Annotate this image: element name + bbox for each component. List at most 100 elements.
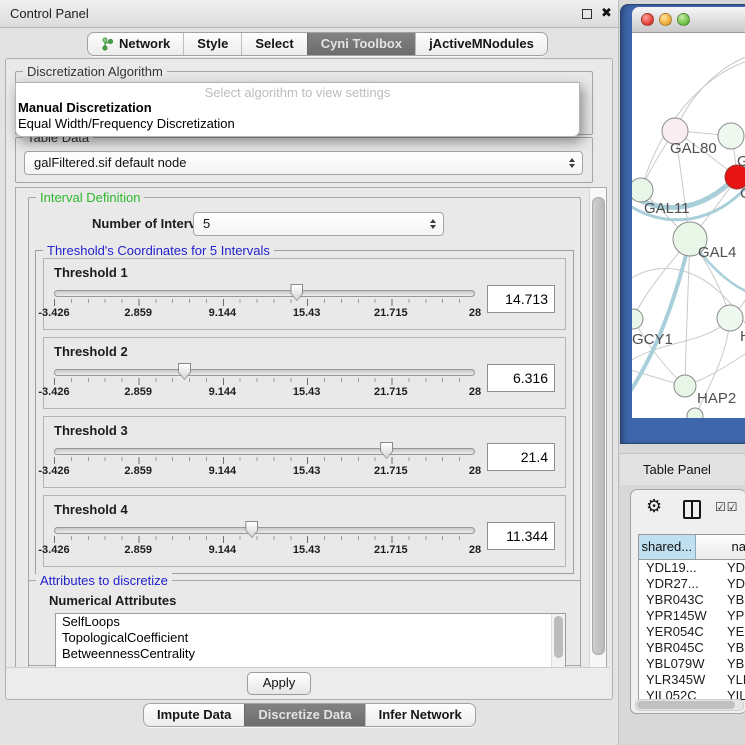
- slider-thumb[interactable]: [290, 284, 303, 301]
- cell[interactable]: YLR3: [713, 672, 745, 688]
- table-row[interactable]: YBR045CYBR0: [639, 640, 745, 656]
- threshold-4-value-field[interactable]: [487, 522, 555, 550]
- node-partial-bottom[interactable]: [687, 408, 703, 418]
- tab-style[interactable]: Style: [183, 33, 241, 55]
- table-row[interactable]: YPR145WYPR1: [639, 608, 745, 624]
- cell[interactable]: YDL1: [713, 560, 745, 576]
- minimize-traffic-light[interactable]: [659, 13, 672, 26]
- slider-track[interactable]: [54, 290, 475, 297]
- threshold-label: Threshold 2: [54, 344, 555, 359]
- slider-track[interactable]: [54, 448, 475, 455]
- scale-label: 21.715: [374, 465, 408, 477]
- node-gcy1[interactable]: [632, 309, 643, 329]
- cell[interactable]: YBL0: [713, 656, 745, 672]
- close-icon[interactable]: ✖: [601, 5, 612, 21]
- cell[interactable]: YLR345W: [639, 672, 713, 688]
- gear-icon[interactable]: ⚙: [646, 497, 662, 517]
- list-scrollbar-thumb[interactable]: [554, 616, 563, 658]
- tab-select[interactable]: Select: [241, 33, 306, 55]
- slider-ticks: [54, 536, 475, 543]
- threshold-1-value-field[interactable]: [487, 285, 555, 313]
- node-hap2[interactable]: [674, 375, 696, 397]
- column-header-name[interactable]: na: [696, 535, 745, 559]
- popup-option-manual-discretization[interactable]: Manual Discretization: [16, 100, 579, 116]
- slider-thumb[interactable]: [380, 442, 393, 459]
- threshold-4-slider[interactable]: -3.426 2.859 9.144 15.43 21.715 28: [54, 519, 475, 563]
- threshold-1-panel: Threshold 1 -3.426 2.859 9.144 1: [43, 258, 566, 330]
- zoom-traffic-light[interactable]: [677, 13, 690, 26]
- tab-jactivemnodules[interactable]: jActiveMNodules: [415, 33, 547, 55]
- network-view-window[interactable]: GAL80 GA C GAL11 GAL4 GCY1 H HAP2: [620, 4, 745, 444]
- slider-track[interactable]: [54, 527, 475, 534]
- cell[interactable]: YER0: [713, 624, 745, 640]
- vertical-scrollbar[interactable]: [589, 188, 606, 668]
- slider-scale-labels: -3.426 2.859 9.144 15.43 21.715 28: [54, 465, 475, 478]
- tab-network[interactable]: Network: [88, 33, 183, 55]
- node-attribute-table: shared... na YDL19...YDL1 YDR27...YDR2 Y…: [638, 534, 745, 700]
- node-label-gal80: GAL80: [670, 140, 717, 157]
- group-title: Attributes to discretize: [36, 573, 172, 588]
- tab-discretize-data[interactable]: Discretize Data: [244, 704, 364, 726]
- tab-cyni-toolbox[interactable]: Cyni Toolbox: [307, 33, 415, 55]
- slider-thumb[interactable]: [178, 363, 191, 380]
- node-label-gal11: GAL11: [644, 200, 690, 217]
- list-scrollbar[interactable]: [551, 614, 565, 669]
- slider-track[interactable]: [54, 369, 475, 376]
- cell[interactable]: YBR043C: [639, 592, 713, 608]
- cyni-toolbox-panel: Discretization Algorithm Select algorith…: [5, 58, 613, 700]
- node-gal11[interactable]: [632, 178, 653, 202]
- scale-label: 28: [469, 307, 481, 319]
- split-columns-icon[interactable]: [683, 500, 701, 519]
- cell[interactable]: YPR1: [713, 608, 745, 624]
- cell[interactable]: YBR0: [713, 640, 745, 656]
- close-traffic-light[interactable]: [641, 13, 654, 26]
- scale-label: 2.859: [124, 465, 152, 477]
- node-partial-ga[interactable]: [718, 123, 744, 149]
- table-row[interactable]: YDR27...YDR2: [639, 576, 745, 592]
- cell[interactable]: YDR2: [713, 576, 745, 592]
- apply-button[interactable]: Apply: [247, 672, 311, 695]
- cell[interactable]: YBL079W: [639, 656, 713, 672]
- table-row[interactable]: YDL19...YDL1: [639, 560, 745, 576]
- tab-impute-data[interactable]: Impute Data: [144, 704, 244, 726]
- number-of-intervals-value: 5: [203, 216, 210, 231]
- table-row[interactable]: YBR043CYBR0: [639, 592, 745, 608]
- tab-infer-network[interactable]: Infer Network: [365, 704, 475, 726]
- select-columns-checkboxes-icon[interactable]: ☑☑: [715, 500, 739, 514]
- horizontal-scrollbar-thumb[interactable]: [637, 701, 735, 709]
- table-row[interactable]: YLR345WYLR3: [639, 672, 745, 688]
- network-window-titlebar[interactable]: [632, 7, 745, 33]
- threshold-2-value-field[interactable]: [487, 364, 555, 392]
- cell[interactable]: YER054C: [639, 624, 713, 640]
- cell[interactable]: YDR27...: [639, 576, 713, 592]
- table-data-combobox[interactable]: galFiltered.sif default node: [24, 151, 583, 175]
- threshold-1-slider[interactable]: -3.426 2.859 9.144 15.43 21.715 28: [54, 282, 475, 326]
- table-panel: ⚙ ☑☑ shared... na YDL19...YDL1 YDR27...Y…: [630, 489, 745, 714]
- horizontal-scrollbar[interactable]: [635, 699, 744, 711]
- popup-option-equal-width-frequency[interactable]: Equal Width/Frequency Discretization: [16, 116, 579, 132]
- threshold-4-panel: Threshold 4 -3.426 2.859 9.144 1: [43, 495, 566, 567]
- cell[interactable]: YBR045C: [639, 640, 713, 656]
- vertical-scrollbar-thumb[interactable]: [592, 197, 605, 655]
- cell[interactable]: YBR0: [713, 592, 745, 608]
- number-of-intervals-combobox[interactable]: 5: [193, 212, 444, 236]
- list-item[interactable]: BetweennessCentrality: [56, 646, 565, 662]
- column-header-shared[interactable]: shared...: [639, 535, 696, 559]
- threshold-3-slider[interactable]: -3.426 2.859 9.144 15.43 21.715 28: [54, 440, 475, 484]
- list-item[interactable]: SelfLoops: [56, 614, 565, 630]
- node-label-partial-ga: GA: [737, 153, 745, 170]
- table-row[interactable]: YER054CYER0: [639, 624, 745, 640]
- cell[interactable]: YDL19...: [639, 560, 713, 576]
- table-row[interactable]: YBL079WYBL0: [639, 656, 745, 672]
- scale-label: -3.426: [38, 544, 69, 556]
- scale-label: 28: [469, 544, 481, 556]
- network-canvas[interactable]: GAL80 GA C GAL11 GAL4 GCY1 H HAP2: [632, 33, 745, 418]
- network-icon: [101, 37, 114, 51]
- list-item[interactable]: TopologicalCoefficient: [56, 630, 565, 646]
- float-window-icon[interactable]: [582, 9, 592, 19]
- node-label-partial-h: H: [740, 328, 745, 345]
- slider-thumb[interactable]: [245, 521, 258, 538]
- threshold-2-slider[interactable]: -3.426 2.859 9.144 15.43 21.715 28: [54, 361, 475, 405]
- threshold-3-value-field[interactable]: [487, 443, 555, 471]
- cell[interactable]: YPR145W: [639, 608, 713, 624]
